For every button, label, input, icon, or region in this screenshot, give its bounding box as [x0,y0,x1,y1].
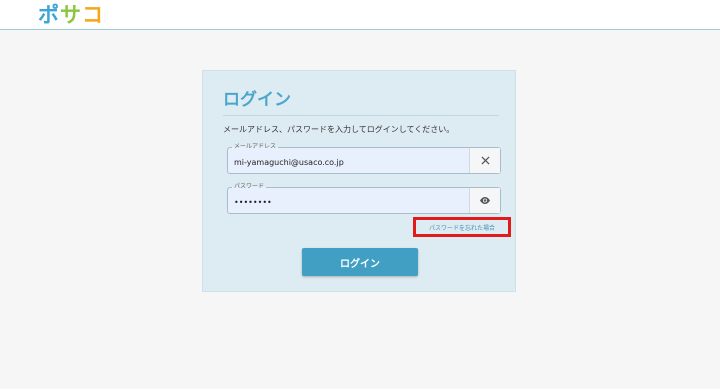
eye-icon [480,197,490,204]
login-title: ログイン [223,90,291,110]
email-field: メールアドレス [227,142,501,174]
toggle-password-button[interactable] [469,188,500,213]
close-icon [480,156,490,165]
forgot-password-link[interactable]: パスワードを忘れた場合 [429,223,495,232]
password-input[interactable] [234,196,464,208]
clear-email-button[interactable] [469,148,500,173]
login-description: メールアドレス、パスワードを入力してログインしてください。 [223,125,455,134]
logo-char-1: ポ [38,3,60,27]
login-button[interactable]: ログイン [302,248,418,276]
email-label: メールアドレス [232,142,279,151]
logo-char-3: コ [82,3,104,27]
logo-char-2: サ [60,3,82,27]
forgot-password-highlight: パスワードを忘れた場合 [413,217,511,237]
top-bar: ポサコ [0,0,720,30]
password-label: パスワード [232,182,267,191]
email-input[interactable] [234,156,464,168]
posaco-logo[interactable]: ポサコ [38,4,104,26]
password-field: パスワード [227,182,501,214]
login-card: ログイン メールアドレス、パスワードを入力してログインしてください。 メールアド… [202,70,516,292]
title-divider [223,115,499,116]
